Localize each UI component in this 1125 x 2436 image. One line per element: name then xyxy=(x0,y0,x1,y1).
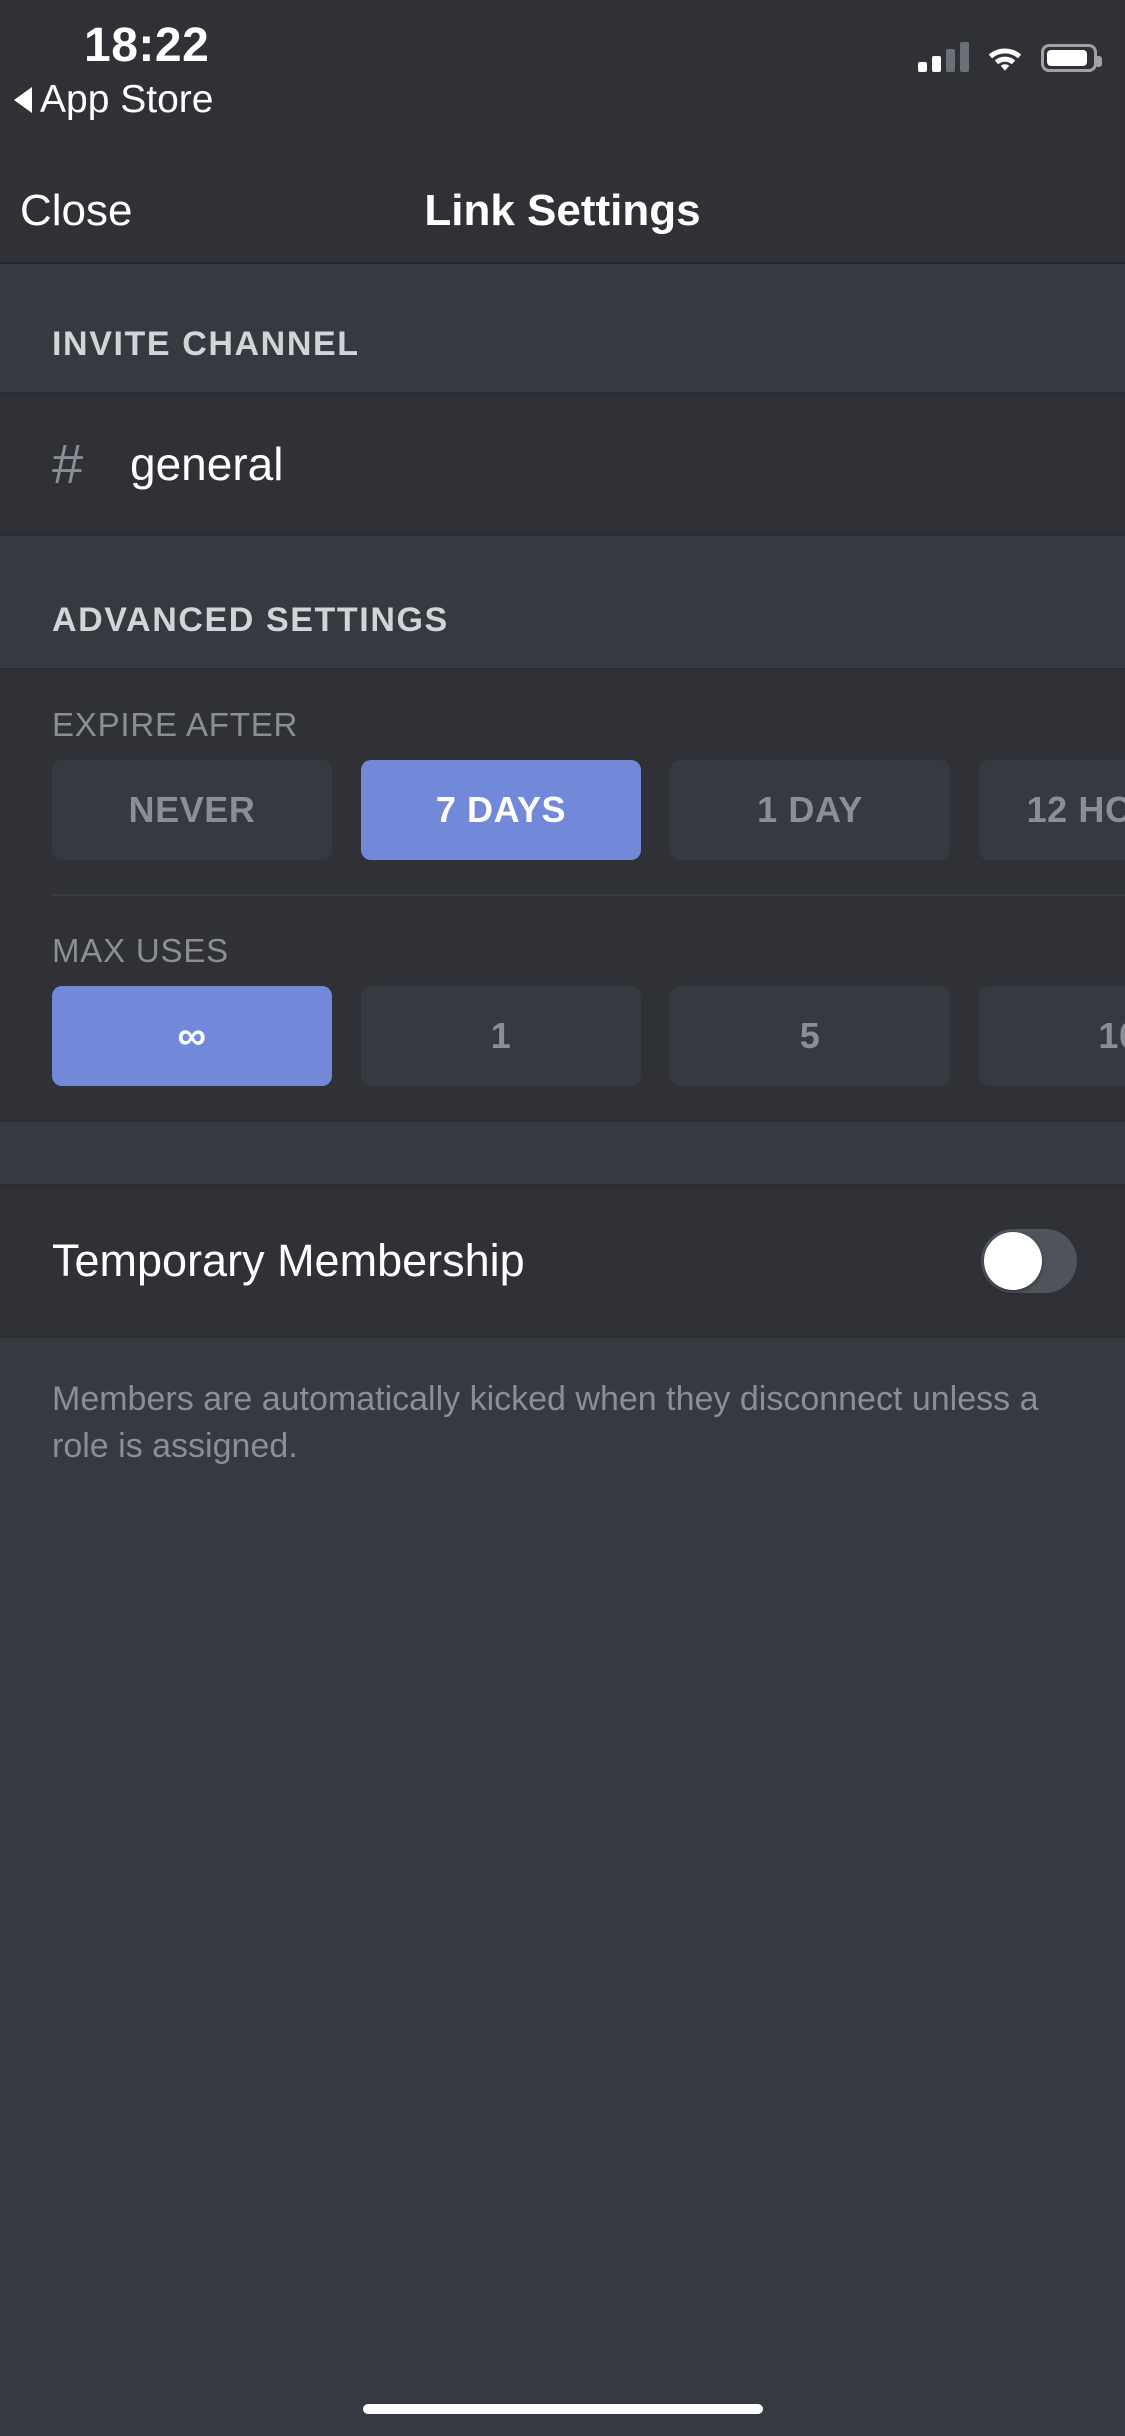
advanced-settings-section-header: ADVANCED SETTINGS xyxy=(0,536,1125,668)
expire-after-option-7-days[interactable]: 7 DAYS xyxy=(361,760,641,860)
expire-after-group: EXPIRE AFTER NEVER 7 DAYS 1 DAY 12 HOURS xyxy=(0,670,1125,896)
back-to-app-store-label: App Store xyxy=(40,78,214,121)
expire-after-options[interactable]: NEVER 7 DAYS 1 DAY 12 HOURS xyxy=(0,760,1125,894)
max-uses-option-10[interactable]: 10 xyxy=(979,986,1125,1086)
invite-channel-name: general xyxy=(130,438,284,490)
navigation-bar: Close Link Settings xyxy=(0,168,1125,262)
temporary-membership-row[interactable]: Temporary Membership xyxy=(0,1186,1125,1336)
phone-screen: 18:22 App Store Close Link Settings INVI… xyxy=(0,0,1125,2436)
temporary-membership-toggle[interactable] xyxy=(981,1229,1077,1293)
max-uses-option-unlimited[interactable]: ∞ xyxy=(52,986,332,1086)
expire-after-label: EXPIRE AFTER xyxy=(52,706,299,743)
section-spacer xyxy=(0,1122,1125,1184)
invite-channel-row[interactable]: # general xyxy=(0,394,1125,534)
back-triangle-icon xyxy=(14,87,32,113)
temporary-membership-label: Temporary Membership xyxy=(52,1235,525,1286)
max-uses-option-1[interactable]: 1 xyxy=(361,986,641,1086)
home-indicator[interactable] xyxy=(362,2404,763,2414)
expire-after-option-1-day[interactable]: 1 DAY xyxy=(670,760,950,860)
max-uses-option-5[interactable]: 5 xyxy=(670,986,950,1086)
invite-channel-header-label: INVITE CHANNEL xyxy=(52,325,360,363)
temporary-membership-description: Members are automatically kicked when th… xyxy=(0,1338,1125,1470)
status-bar-clock: 18:22 xyxy=(84,19,210,72)
hash-icon: # xyxy=(52,432,84,495)
expire-after-option-never[interactable]: NEVER xyxy=(52,760,332,860)
battery-icon xyxy=(1041,44,1102,72)
page-title: Link Settings xyxy=(424,186,701,235)
settings-content: INVITE CHANNEL # general ADVANCED SETTIN… xyxy=(0,264,1125,2436)
max-uses-label: MAX USES xyxy=(52,932,229,969)
max-uses-options[interactable]: ∞ 1 5 10 xyxy=(0,986,1125,1120)
cellular-signal-icon xyxy=(918,42,969,72)
toggle-knob xyxy=(984,1232,1042,1290)
back-to-app-store-button[interactable]: App Store xyxy=(14,78,213,122)
status-bar: 18:22 App Store xyxy=(0,0,1125,168)
status-bar-indicators xyxy=(918,28,1102,72)
expire-after-option-12-hours[interactable]: 12 HOURS xyxy=(979,760,1125,860)
max-uses-group: MAX USES ∞ 1 5 10 xyxy=(0,896,1125,1120)
advanced-settings-header-label: ADVANCED SETTINGS xyxy=(52,601,449,639)
invite-channel-section-header: INVITE CHANNEL xyxy=(0,264,1125,392)
wifi-icon xyxy=(985,42,1025,72)
